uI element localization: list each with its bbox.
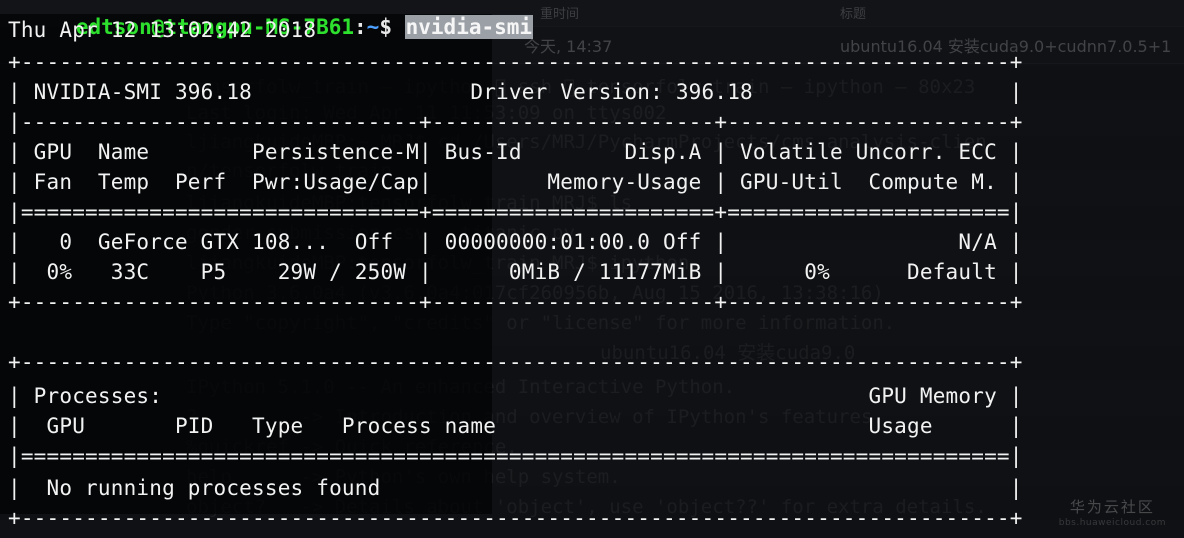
smi-column-header-2: | Fan Temp Perf Pwr:Usage/Cap| Memory-Us… — [8, 170, 1023, 194]
processes-header-row: | GPU PID Type Process name Usage | — [8, 414, 1023, 438]
smi-version-row: | NVIDIA-SMI 396.18 Driver Version: 396.… — [8, 80, 1023, 104]
processes-top-border: +---------------------------------------… — [8, 350, 1023, 374]
smi-gpu-row-1: | 0 GeForce GTX 108... Off | 00000000:01… — [8, 230, 1023, 254]
processes-bottom-border: +---------------------------------------… — [8, 506, 1023, 530]
smi-column-header-1: | GPU Name Persistence-M| Bus-Id Disp.A … — [8, 140, 1023, 164]
smi-column-separator: |===============================+=======… — [8, 200, 1023, 224]
smi-header-separator: |-------------------------------+-------… — [8, 110, 1023, 134]
prompt-colon: : — [354, 15, 367, 39]
smi-top-border: +---------------------------------------… — [8, 50, 1023, 74]
processes-title-row: | Processes: GPU Memory | — [8, 384, 1023, 408]
processes-empty-msg: | No running processes found | — [8, 476, 1023, 500]
screenshot-root: 重时间 标题 今天, 14:37 ubuntu16.04 安装cuda9.0+c… — [0, 0, 1184, 538]
processes-separator: |=======================================… — [8, 444, 1023, 468]
prompt-path: ~ — [366, 15, 380, 39]
smi-gpu-row-2: | 0% 33C P5 29W / 250W | 0MiB / 11177MiB… — [8, 260, 1023, 284]
terminal-output[interactable]: edtson@ttangpu-MS-7B61:~$ nvidia-smi Thu… — [0, 0, 1184, 538]
prompt-dollar: $ — [379, 15, 405, 39]
smi-bottom-border: +-------------------------------+-------… — [8, 290, 1023, 314]
typed-command[interactable]: nvidia-smi — [404, 15, 534, 39]
smi-timestamp: Thu Apr 12 13:02:42 2018 — [8, 18, 317, 42]
